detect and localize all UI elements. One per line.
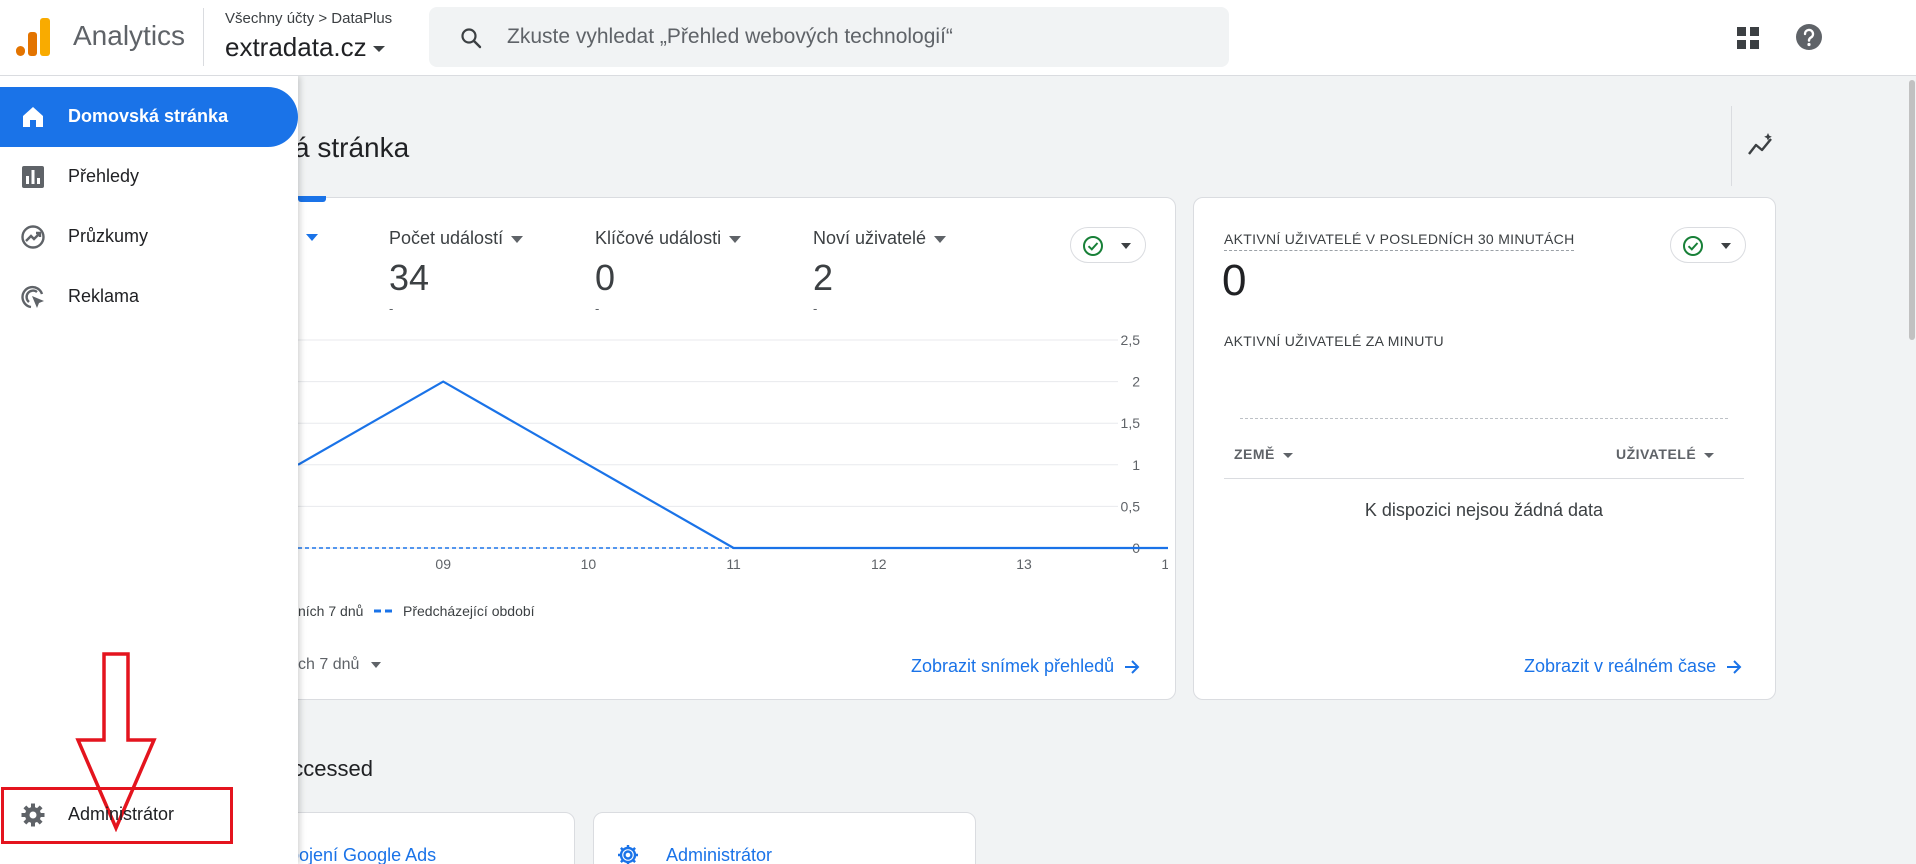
breadcrumb[interactable]: Všechny účty > DataPlus [225,10,392,27]
metric-label: Klíčové události [595,228,722,248]
property-name: extradata.cz [225,32,367,62]
per-minute-chart-empty [1240,418,1728,419]
sidebar-item-label: Domovská stránka [68,106,229,126]
product-name: Analytics [73,20,186,51]
gear-icon [618,845,638,864]
line-chart: 2,521,510,50091011121314 [298,332,1168,572]
sidebar-item-advertising[interactable]: Reklama [0,267,298,327]
legend-previous: Předcházející období [403,603,535,619]
metric-value: 34 [389,257,430,298]
y-tick-label: 0,5 [1121,498,1141,514]
no-data-message: K dispozici nejsou žádná data [1364,500,1604,520]
page-title: ká stránka [280,132,410,163]
y-tick-label: 2 [1132,374,1140,390]
legend-current: ních 7 dnů [298,603,364,619]
metric-event-count[interactable]: Počet událostí 34 - [389,228,524,316]
navigation-sidebar: Domovská stránka Přehledy Průzkumy Rekla… [0,76,298,864]
sidebar-item-label: Reklama [68,286,140,306]
check-circle-icon [1683,236,1703,256]
date-range-label: ch 7 dnů [298,656,360,673]
bar-chart-icon [22,166,44,188]
x-tick-label: 12 [871,556,887,572]
column-header-label: UŽIVATELÉ [1616,446,1697,462]
sidebar-item-reports[interactable]: Přehledy [0,147,298,207]
data-quality-button[interactable] [1670,227,1746,263]
recent-item-label: Administrátor [666,845,773,864]
view-realtime-label: Zobrazit v reálném čase [1524,656,1717,676]
arrow-right-icon [1125,660,1140,674]
explore-icon [21,225,45,249]
chevron-down-icon [1282,452,1293,458]
chevron-down-icon [372,46,385,53]
y-tick-label: 1 [1132,457,1140,473]
x-tick-label: 09 [435,556,451,572]
metric-key-events[interactable]: Klíčové události 0 - [595,228,742,316]
date-range-select[interactable]: ch 7 dnů [298,656,382,674]
search-icon [461,28,482,49]
realtime-users-value: 0 [1222,256,1247,305]
recent-item-label: pojení Google Ads [289,845,437,864]
insights-icon[interactable] [1746,130,1776,160]
chevron-down-icon [1704,452,1715,458]
column-header-label: ZEMĚ [1234,446,1275,462]
sidebar-item-label: Přehledy [68,166,140,186]
chevron-down-icon [1721,243,1731,249]
view-reports-link[interactable]: Zobrazit snímek přehledů [911,656,1140,677]
chevron-down-icon [371,661,382,668]
metric-value: 0 [595,257,616,298]
divider [1731,106,1732,186]
x-tick-label: 11 [726,556,741,572]
table-divider [1224,478,1744,479]
metric-change: - [813,301,818,316]
sidebar-item-home[interactable]: Domovská stránka [0,87,298,147]
sidebar-item-label: Průzkumy [68,226,149,246]
x-tick-label: 14 [1161,556,1168,572]
chevron-down-icon [729,235,742,243]
check-circle-icon [1083,236,1103,256]
chevron-down-icon[interactable] [306,234,318,241]
property-picker[interactable]: extradata.cz [225,32,385,63]
chevron-down-icon [934,235,947,243]
apps-icon[interactable] [1736,26,1760,50]
recent-item-admin[interactable]: Administrátor [593,812,976,864]
metric-label: Noví uživatelé [813,228,927,248]
x-tick-label: 10 [581,556,597,572]
chevron-down-icon [1121,243,1131,249]
sidebar-item-explore[interactable]: Průzkumy [0,207,298,267]
help-icon[interactable] [1795,23,1823,51]
metric-value: 2 [813,257,834,298]
metric-new-users[interactable]: Noví uživatelé 2 - [813,228,947,316]
search-bar[interactable] [429,7,1229,67]
top-app-bar: Analytics Všechny účty > DataPlus extrad… [0,0,1916,76]
divider [203,8,204,66]
data-quality-button[interactable] [1070,227,1146,263]
per-minute-title: AKTIVNÍ UŽIVATELÉ ZA MINUTU [1224,333,1444,349]
metric-change: - [595,301,600,316]
view-realtime-link[interactable]: Zobrazit v reálném čase [1524,656,1742,677]
chevron-down-icon [511,235,524,243]
y-tick-label: 1,5 [1121,415,1141,431]
analytics-logo[interactable] [16,18,50,56]
recent-item-google-ads[interactable]: pojení Google Ads [250,812,575,864]
legend-dashed-swatch [374,609,396,613]
active-metric-indicator [298,196,326,202]
search-input[interactable] [507,17,1207,57]
home-icon [23,107,43,127]
y-tick-label: 2,5 [1121,332,1141,348]
scrollbar-thumb[interactable] [1909,80,1915,340]
metric-change: - [389,301,394,316]
metric-label: Počet událostí [389,228,504,248]
view-reports-label: Zobrazit snímek přehledů [911,656,1115,676]
x-tick-label: 13 [1016,556,1032,572]
arrow-right-icon [1727,660,1742,674]
column-header-country[interactable]: ZEMĚ [1234,446,1293,462]
advertising-icon [21,285,44,309]
realtime-title[interactable]: AKTIVNÍ UŽIVATELÉ V POSLEDNÍCH 30 MINUTÁ… [1224,231,1575,251]
annotation-highlight-box [1,787,233,844]
column-header-users[interactable]: UŽIVATELÉ [1616,446,1715,462]
